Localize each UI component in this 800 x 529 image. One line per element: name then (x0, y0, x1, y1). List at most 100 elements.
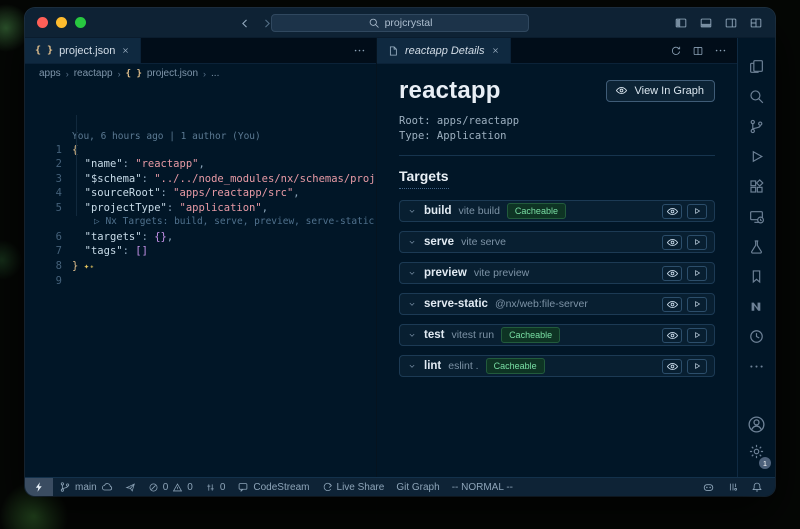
command-center-search[interactable]: projcrystal (271, 14, 529, 32)
activity-clock-icon[interactable] (738, 321, 775, 351)
code-line: 1{ (25, 143, 376, 158)
view-target-in-graph-button[interactable] (662, 297, 682, 312)
line-number: 9 (25, 274, 62, 289)
activity-ellipsis-icon[interactable] (738, 351, 775, 381)
target-row-build[interactable]: buildvite buildCacheable (399, 200, 715, 222)
line-number: 6 (25, 230, 62, 245)
chevron-down-icon[interactable] (407, 361, 417, 371)
activity-gear-icon[interactable]: 1 (747, 439, 766, 469)
code-text: } ✦˖ (62, 259, 95, 275)
minimize-window-button[interactable] (56, 17, 67, 28)
more-actions-icon[interactable] (353, 44, 366, 57)
live-share-status[interactable]: Live Share (316, 478, 391, 496)
code-line: 7 "tags": [] (25, 244, 376, 259)
close-tab-icon[interactable] (121, 46, 130, 55)
close-window-button[interactable] (37, 17, 48, 28)
more-actions-icon[interactable] (714, 44, 727, 57)
toggle-panel-icon[interactable] (699, 16, 713, 30)
chevron-down-icon[interactable] (407, 330, 417, 340)
vscode-window: projcrystal { } project.json apps›reac (25, 8, 775, 496)
codestream-status[interactable]: CodeStream (231, 478, 315, 496)
remote-indicator[interactable] (25, 478, 53, 496)
counter-status[interactable]: 0 (199, 478, 232, 496)
search-value: projcrystal (385, 17, 433, 29)
code-text: "sourceRoot": "apps/reactapp/src", (62, 186, 300, 201)
run-target-button[interactable] (687, 235, 707, 250)
run-target-button[interactable] (687, 297, 707, 312)
counter-icon (205, 482, 216, 493)
run-target-button[interactable] (687, 328, 707, 343)
activity-nx-icon[interactable] (738, 291, 775, 321)
nx-targets-hint[interactable]: ▷ Nx Targets: build, serve, preview, ser… (25, 215, 376, 230)
activity-flask-icon[interactable] (738, 231, 775, 261)
editor-group-left: { } project.json apps›reactapp›{ }projec… (25, 38, 377, 477)
view-in-graph-button[interactable]: View In Graph (606, 80, 715, 102)
code-text: "$schema": "../../node_modules/nx/schema… (62, 172, 376, 187)
git-branch-status[interactable]: main (53, 478, 119, 496)
problems-status[interactable]: 00 (142, 478, 199, 496)
view-target-in-graph-button[interactable] (662, 235, 682, 250)
view-target-in-graph-button[interactable] (662, 328, 682, 343)
split-editor-icon[interactable] (692, 45, 704, 57)
lightning-icon (33, 481, 45, 493)
tab-project-json[interactable]: { } project.json (25, 38, 141, 63)
target-row-preview[interactable]: previewvite preview (399, 262, 715, 284)
close-tab-icon[interactable] (491, 46, 500, 55)
maximize-window-button[interactable] (75, 17, 86, 28)
misc-icon (727, 481, 739, 493)
breadcrumb[interactable]: apps›reactapp›{ }project.json›... (25, 64, 376, 83)
codelens-annotation[interactable]: You, 6 hours ago | 1 author (You) (25, 130, 376, 143)
activity-remote-icon[interactable] (738, 201, 775, 231)
toggle-sidebar-right-icon[interactable] (724, 16, 738, 30)
code-text (62, 274, 72, 289)
code-text: "projectType": "application", (62, 201, 268, 216)
activity-branch-icon[interactable] (738, 111, 775, 141)
status-label: 0 (187, 482, 193, 493)
activity-extensions-icon[interactable] (738, 171, 775, 201)
git-graph-status[interactable]: Git Graph (390, 478, 445, 496)
run-target-button[interactable] (687, 204, 707, 219)
target-name: lint (424, 360, 441, 372)
activity-debug-icon[interactable] (738, 141, 775, 171)
publish-status[interactable] (119, 478, 142, 496)
breadcrumb-item[interactable]: reactapp (74, 68, 113, 79)
activity-files-icon[interactable] (738, 51, 775, 81)
refresh-icon[interactable] (670, 45, 682, 57)
misc-status[interactable] (721, 478, 745, 496)
status-label: -- NORMAL -- (452, 482, 513, 493)
notifications-bell[interactable] (745, 478, 769, 496)
target-command: vite serve (461, 236, 506, 248)
target-name: serve-static (424, 298, 488, 310)
view-target-in-graph-button[interactable] (662, 266, 682, 281)
breadcrumb-item[interactable]: project.json (147, 68, 198, 79)
target-row-test[interactable]: testvitest runCacheable (399, 324, 715, 346)
codestream-icon (237, 481, 249, 493)
breadcrumb-separator: › (203, 69, 206, 79)
activity-bookmark-icon[interactable] (738, 261, 775, 291)
activity-account-icon[interactable] (747, 409, 766, 439)
chevron-down-icon[interactable] (407, 206, 417, 216)
vim-mode-status[interactable]: -- NORMAL -- (446, 478, 519, 496)
view-target-in-graph-button[interactable] (662, 204, 682, 219)
code-editor[interactable]: You, 6 hours ago | 1 author (You)1{2 "na… (25, 83, 376, 477)
chevron-down-icon[interactable] (407, 237, 417, 247)
customize-layout-icon[interactable] (749, 16, 763, 30)
target-row-lint[interactable]: linteslint .Cacheable (399, 355, 715, 377)
line-number: 1 (25, 143, 62, 158)
chevron-down-icon[interactable] (407, 299, 417, 309)
errors-icon (148, 482, 159, 493)
navigate-back-icon[interactable] (238, 17, 251, 30)
activity-search-icon[interactable] (738, 81, 775, 111)
run-target-button[interactable] (687, 359, 707, 374)
breadcrumb-item[interactable]: apps (39, 68, 61, 79)
run-target-button[interactable] (687, 266, 707, 281)
tab-reactapp-details[interactable]: reactapp Details (377, 38, 511, 63)
copilot-status[interactable] (696, 478, 721, 496)
target-row-serve-static[interactable]: serve-static@nx/web:file-server (399, 293, 715, 315)
toggle-sidebar-left-icon[interactable] (674, 16, 688, 30)
target-row-serve[interactable]: servevite serve (399, 231, 715, 253)
tab-bar-left: { } project.json (25, 38, 376, 64)
view-target-in-graph-button[interactable] (662, 359, 682, 374)
chevron-down-icon[interactable] (407, 268, 417, 278)
breadcrumb-item[interactable]: ... (211, 68, 219, 79)
